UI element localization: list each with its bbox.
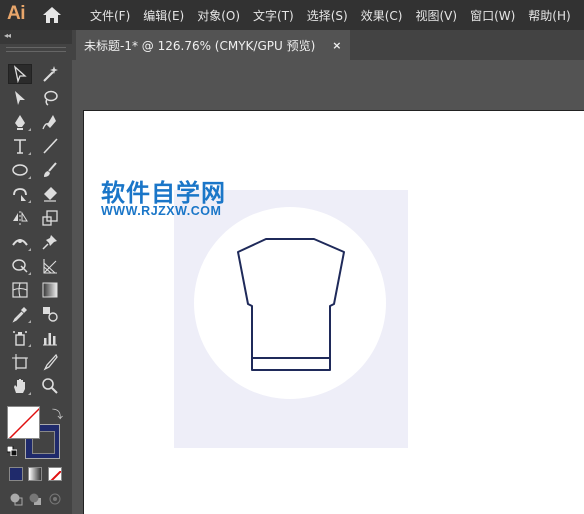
paintbrush-icon (44, 162, 57, 177)
selection-arrow-icon (13, 65, 27, 83)
tools-panel-header[interactable]: ◂◂ (0, 30, 72, 44)
width-icon (12, 239, 28, 246)
eraser-tool[interactable] (38, 184, 62, 204)
no-color-slash-icon (8, 407, 39, 438)
width-tool[interactable] (8, 232, 32, 252)
pen-icon (15, 115, 25, 130)
menu-edit[interactable]: 编辑(E) (143, 7, 184, 24)
vest-illustration[interactable] (174, 190, 408, 448)
selection-tool[interactable] (8, 64, 32, 84)
blend-icon (43, 307, 58, 322)
zoom-tool[interactable] (38, 376, 62, 396)
eyedropper-icon (12, 307, 27, 323)
shaper-tool[interactable] (8, 184, 32, 204)
menu-object[interactable]: 对象(O) (197, 7, 240, 24)
lasso-tool[interactable] (38, 88, 62, 108)
gradient-tool[interactable] (38, 280, 62, 300)
lasso-icon (44, 90, 58, 106)
direct-selection-tool[interactable] (8, 88, 32, 108)
pushpin-icon (42, 235, 57, 250)
magic-wand-tool[interactable] (38, 64, 62, 84)
perspective-grid-tool[interactable] (38, 256, 62, 276)
eyedropper-tool[interactable] (8, 304, 32, 324)
blend-tool[interactable] (38, 304, 62, 324)
gradient-mode-button[interactable] (28, 467, 42, 481)
document-tab-title: 未标题-1* @ 126.76% (CMYK/GPU 预览) (84, 38, 316, 53)
menu-select[interactable]: 选择(S) (307, 7, 348, 24)
slice-tool[interactable] (38, 352, 62, 372)
draw-normal-icon[interactable] (9, 492, 23, 506)
draw-behind-icon[interactable] (28, 492, 42, 506)
symbol-sprayer-icon (13, 331, 27, 346)
swap-fill-stroke-icon[interactable]: ⤵ (52, 406, 63, 422)
shape-builder-tool[interactable] (8, 256, 32, 276)
type-tool[interactable] (8, 136, 32, 156)
gradient-icon (42, 282, 58, 298)
puppet-warp-tool[interactable] (38, 232, 62, 252)
menu-window[interactable]: 窗口(W) (470, 7, 515, 24)
artboard-tool[interactable] (8, 352, 32, 372)
menu-view[interactable]: 视图(V) (415, 7, 457, 24)
mesh-icon (12, 282, 28, 298)
zoom-magnifier-icon (42, 378, 58, 394)
none-mode-button[interactable] (48, 467, 62, 481)
artboard-icon (12, 354, 28, 370)
watermark-url: WWW.RJZXW.COM (101, 204, 222, 218)
perspective-grid-icon (43, 259, 57, 274)
hand-icon (14, 379, 25, 393)
none-slash-icon (50, 470, 61, 480)
ellipse-icon (12, 164, 28, 176)
mesh-tool[interactable] (8, 280, 32, 300)
line-segment-icon (43, 138, 58, 154)
fill-color-swatch[interactable] (7, 406, 40, 439)
menu-effect[interactable]: 效果(C) (361, 7, 403, 24)
app-logo: Ai (7, 3, 26, 24)
document-tab[interactable]: 未标题-1* @ 126.76% (CMYK/GPU 预览) × (76, 30, 350, 60)
shape-builder-icon (12, 259, 28, 273)
default-colors-icon[interactable] (7, 446, 17, 456)
document-tab-bar: 未标题-1* @ 126.76% (CMYK/GPU 预览) × (72, 30, 584, 60)
column-graph-tool[interactable] (38, 328, 62, 348)
reflect-icon (13, 211, 28, 225)
hand-tool[interactable] (8, 376, 32, 396)
column-graph-icon (43, 333, 57, 346)
curvature-tool[interactable] (38, 112, 62, 132)
draw-inside-icon[interactable] (48, 492, 62, 506)
shaper-icon (13, 188, 27, 201)
symbol-sprayer-tool[interactable] (8, 328, 32, 348)
curvature-pen-icon (42, 115, 56, 130)
panel-drag-handle[interactable] (6, 47, 66, 52)
pen-tool[interactable] (8, 112, 32, 132)
menu-file[interactable]: 文件(F) (90, 7, 130, 24)
scale-icon (42, 210, 58, 226)
menu-help[interactable]: 帮助(H) (528, 7, 570, 24)
paintbrush-tool[interactable] (38, 160, 62, 180)
magic-wand-icon (43, 66, 58, 82)
menu-bar: Ai 文件(F) 编辑(E) 对象(O) 文字(T) 选择(S) 效果(C) 视… (0, 0, 584, 30)
reflect-tool[interactable] (8, 208, 32, 228)
line-segment-tool[interactable] (38, 136, 62, 156)
eraser-icon (44, 187, 57, 202)
color-mode-button[interactable] (9, 467, 23, 481)
close-tab-button[interactable]: × (332, 39, 341, 52)
tools-panel: ◂◂ ⤵ (0, 30, 72, 514)
menu-type[interactable]: 文字(T) (253, 7, 294, 24)
scale-tool[interactable] (38, 208, 62, 228)
direct-selection-icon (15, 91, 25, 105)
ellipse-tool[interactable] (8, 160, 32, 180)
home-icon[interactable] (42, 6, 62, 24)
slice-knife-icon (43, 353, 58, 371)
watermark-title: 软件自学网 (101, 179, 226, 207)
menu-items: 文件(F) 编辑(E) 对象(O) 文字(T) 选择(S) 效果(C) 视图(V… (90, 0, 584, 30)
collapse-icon[interactable]: ◂◂ (4, 31, 11, 40)
type-t-icon (14, 139, 26, 154)
